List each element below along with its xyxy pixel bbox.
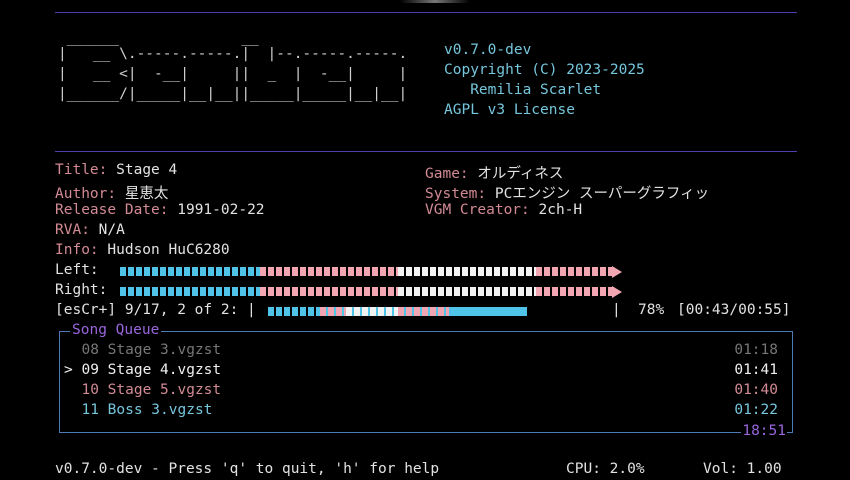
- song-queue-total: 18:51: [741, 423, 787, 439]
- left-meter-mid: [260, 267, 398, 276]
- playback-progress-band: [449, 307, 527, 316]
- system-row: System: PCエンジン スーパーグラフィッ: [425, 182, 709, 203]
- queue-item-11[interactable]: 11 Boss 3.vgzst 01:22: [64, 402, 778, 422]
- playback-percent: 78%: [638, 302, 665, 318]
- playback-progress-fill: [268, 307, 527, 316]
- window-top-edge: [400, 0, 470, 3]
- progress-bar-end: |: [612, 302, 621, 318]
- left-meter-high: [398, 267, 536, 276]
- right-meter-arrow-icon: [612, 286, 622, 298]
- app-copyright: Copyright (C) 2023-2025: [444, 62, 645, 78]
- right-meter-mid: [260, 287, 398, 296]
- queue-item-name: 11 Boss 3.vgzst: [64, 402, 213, 418]
- divider-top: [55, 12, 797, 13]
- playback-progress-bar[interactable]: [268, 307, 610, 316]
- author-row: Author: 星恵太: [55, 182, 168, 203]
- title-value: Stage 4: [116, 162, 178, 178]
- app-license: AGPL v3 License: [444, 102, 575, 118]
- playback-progress-band: [398, 307, 450, 316]
- footer-help: v0.7.0-dev - Press 'q' to quit, 'h' for …: [55, 461, 440, 477]
- queue-item-duration: 01:18: [734, 342, 778, 358]
- release-label: Release Date:: [55, 202, 169, 218]
- rva-label: RVA:: [55, 222, 90, 238]
- left-meter-peak: [536, 267, 614, 276]
- info-value: Hudson HuC6280: [107, 242, 230, 258]
- left-meter-arrow-icon: [612, 266, 622, 278]
- queue-item-08[interactable]: 08 Stage 3.vgzst 01:18: [64, 342, 778, 362]
- right-meter-peak: [536, 287, 614, 296]
- playback-progress-band: [346, 307, 398, 316]
- left-meter-label: Left:: [55, 262, 99, 278]
- author-value: 星恵太: [124, 186, 169, 202]
- game-label: Game:: [425, 166, 469, 182]
- queue-item-name: 10 Stage 5.vgzst: [64, 382, 222, 398]
- creator-label: VGM Creator:: [425, 202, 530, 218]
- playback-status: [esCr+] 9/17, 2 of 2: |: [55, 302, 256, 318]
- creator-value: 2ch-H: [538, 202, 583, 218]
- footer-volume: Vol: 1.00: [703, 461, 782, 477]
- system-label: System:: [425, 186, 487, 202]
- queue-item-duration: 01:41: [734, 362, 778, 378]
- system-value: PCエンジン スーパーグラフィッ: [494, 186, 710, 202]
- divider-middle: [55, 151, 797, 152]
- right-meter-label: Right:: [55, 282, 108, 298]
- right-meter-low: [120, 287, 260, 296]
- rva-value: N/A: [98, 222, 125, 238]
- song-queue-title: Song Queue: [70, 322, 162, 338]
- left-meter: [120, 266, 625, 278]
- author-label: Author:: [55, 186, 117, 202]
- rva-row: RVA: N/A: [55, 222, 125, 238]
- right-meter-high: [398, 287, 536, 296]
- game-row: Game: オルディネス: [425, 162, 563, 183]
- logo-line-2: | __ \.-----.-----.| |--.-----.-----.: [58, 46, 408, 62]
- queue-item-10[interactable]: 10 Stage 5.vgzst 01:40: [64, 382, 778, 402]
- queue-item-09[interactable]: > 09 Stage 4.vgzst 01:41: [64, 362, 778, 382]
- info-label: Info:: [55, 242, 99, 258]
- logo-line-3: | __ <| -__| || _ | -__| |: [58, 66, 408, 82]
- info-row: Info: Hudson HuC6280: [55, 242, 230, 258]
- queue-item-duration: 01:22: [734, 402, 778, 418]
- release-value: 1991-02-22: [177, 202, 265, 218]
- creator-row: VGM Creator: 2ch-H: [425, 202, 582, 218]
- queue-item-name: 08 Stage 3.vgzst: [64, 342, 222, 358]
- game-value: オルディネス: [477, 166, 564, 182]
- queue-item-duration: 01:40: [734, 382, 778, 398]
- playback-progress-band: [320, 307, 346, 316]
- app-version: v0.7.0-dev: [444, 42, 532, 58]
- right-meter: [120, 286, 625, 298]
- title-row: Title: Stage 4: [55, 162, 177, 178]
- playback-time: [00:43/00:55]: [677, 302, 791, 318]
- queue-item-name: > 09 Stage 4.vgzst: [64, 362, 222, 378]
- title-label: Title:: [55, 162, 108, 178]
- app-author: Remilia Scarlet: [444, 82, 602, 98]
- logo-line-4: |______/|_____|__|__||_____|_____|__|__|: [58, 86, 408, 102]
- footer-cpu: CPU: 2.0%: [566, 461, 645, 477]
- left-meter-low: [120, 267, 260, 276]
- release-row: Release Date: 1991-02-22: [55, 202, 265, 218]
